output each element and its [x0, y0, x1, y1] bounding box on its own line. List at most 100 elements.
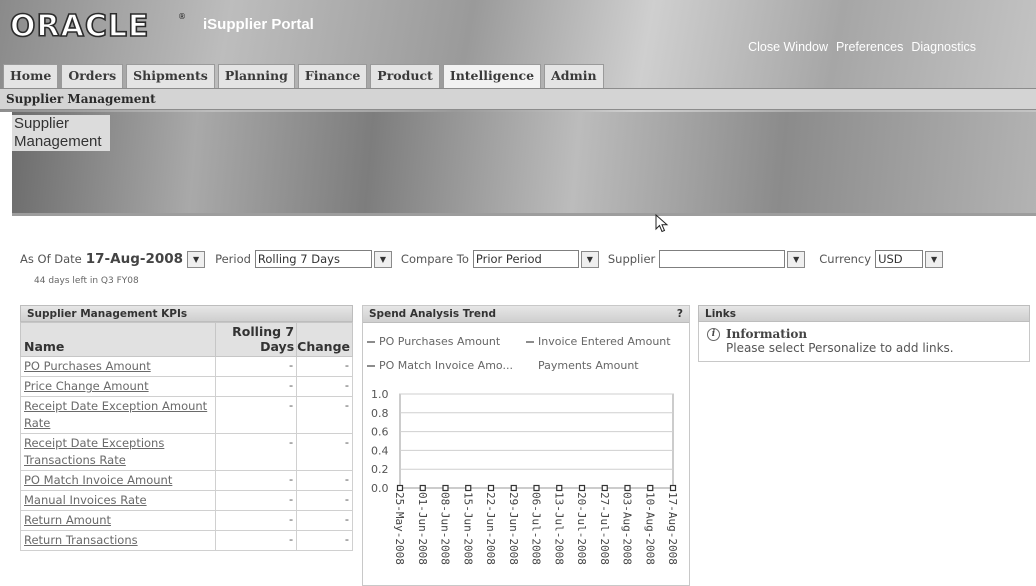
- compare-to-label: Compare To: [400, 252, 469, 266]
- table-row: Return Amount - -: [19, 510, 353, 531]
- col-rolling: Rolling 7 Days: [215, 322, 298, 357]
- table-row: PO Purchases Amount - -: [19, 356, 353, 377]
- tab-orders[interactable]: Orders: [61, 64, 124, 88]
- tab-intelligence[interactable]: Intelligence: [442, 64, 542, 88]
- kpi-value: -: [215, 490, 298, 511]
- page-header: ORACLE ® iSupplier Portal Close Window P…: [0, 0, 1036, 112]
- app-title: iSupplier Portal: [203, 16, 314, 33]
- kpi-value: -: [215, 510, 298, 531]
- period-dropdown[interactable]: ▼: [373, 250, 392, 268]
- x-tick-label: 15-Jun-2008: [461, 492, 474, 565]
- y-tick-label: 0.4: [371, 444, 389, 457]
- supplier-dropdown[interactable]: ▼: [787, 250, 806, 268]
- kpi-table: Name Rolling 7 Days Change PO Purchases …: [19, 322, 353, 551]
- x-tick-label: 27-Jul-2008: [598, 492, 611, 565]
- parameter-bar: As Of Date 17-Aug-2008 ▼ Period Rolling …: [20, 250, 944, 268]
- kpi-value: -: [215, 433, 298, 471]
- kpi-link[interactable]: PO Match Invoice Amount: [24, 473, 172, 487]
- preferences-link[interactable]: Preferences: [836, 40, 903, 54]
- kpi-name: Return Transactions: [19, 530, 217, 551]
- x-tick-label: 03-Aug-2008: [621, 492, 634, 565]
- currency-dropdown[interactable]: ▼: [925, 250, 944, 268]
- chevron-down-icon: ▼: [793, 254, 800, 264]
- spend-trend-chart: 1.0 0.8 0.6 0.4 0.2 0.0 25-May-2008 01-Jun-2008…: [371, 388, 679, 565]
- y-tick-label: 0.0: [371, 482, 389, 495]
- tab-finance[interactable]: Finance: [297, 64, 368, 88]
- data-point: [578, 484, 586, 492]
- as-of-date-dropdown[interactable]: ▼: [187, 250, 206, 268]
- supplier-select[interactable]: [659, 250, 786, 268]
- kpi-link[interactable]: Receipt Date Exceptions Transactions Rat…: [24, 436, 164, 467]
- tab-admin[interactable]: Admin: [544, 64, 604, 88]
- legend-swatch: [367, 364, 375, 367]
- y-tick-label: 0.2: [371, 463, 389, 476]
- data-point: [442, 484, 449, 492]
- spend-panel-title-text: Spend Analysis Trend: [369, 308, 497, 320]
- x-tick-label: 25-May-2008: [393, 492, 406, 565]
- kpi-link[interactable]: Return Amount: [24, 513, 111, 527]
- info-icon: i: [707, 327, 720, 341]
- diagnostics-link[interactable]: Diagnostics: [911, 40, 976, 54]
- period-label: Period: [215, 252, 251, 266]
- chevron-down-icon: ▼: [930, 254, 938, 264]
- period-select[interactable]: Rolling 7 Days: [254, 250, 372, 268]
- data-point: [624, 484, 631, 492]
- registered-mark: ®: [178, 12, 186, 21]
- kpi-change: -: [296, 530, 353, 551]
- x-tick-label: 08-Jun-2008: [439, 492, 452, 565]
- tab-shipments[interactable]: Shipments: [126, 64, 215, 88]
- kpi-link[interactable]: Receipt Date Exception Amount Rate: [24, 399, 207, 430]
- data-point: [419, 484, 426, 492]
- legend-swatch: [526, 364, 534, 367]
- kpi-name: PO Purchases Amount: [19, 356, 217, 377]
- kpi-link[interactable]: Manual Invoices Rate: [24, 493, 147, 507]
- information-heading: i Information: [707, 327, 1021, 341]
- kpi-value: -: [215, 470, 298, 491]
- kpi-panel: Supplier Management KPIs Name Rolling 7 …: [19, 305, 353, 551]
- links-panel: Links i Information Please select Person…: [698, 305, 1030, 362]
- chevron-down-icon: ▼: [586, 254, 593, 264]
- help-icon[interactable]: ?: [677, 308, 683, 320]
- data-point: [601, 484, 608, 492]
- legend-swatch: [526, 340, 534, 343]
- currency-select[interactable]: USD: [875, 250, 924, 268]
- kpi-panel-title: Supplier Management KPIs: [20, 305, 353, 322]
- information-title: Information: [726, 327, 808, 341]
- x-tick-label: 22-Jun-2008: [484, 492, 497, 565]
- compare-to-dropdown[interactable]: ▼: [580, 250, 599, 268]
- kpi-change: -: [296, 356, 353, 377]
- table-row: Return Transactions - -: [19, 530, 353, 551]
- kpi-change: -: [296, 396, 353, 434]
- x-tick-label: 01-Jun-2008: [416, 492, 429, 565]
- mouse-pointer-icon: [655, 214, 669, 233]
- supplier-label: Supplier: [607, 252, 656, 266]
- page-banner: Supplier Management: [12, 112, 1036, 216]
- subnav-supplier-management[interactable]: Supplier Management: [0, 88, 1036, 110]
- close-window-link[interactable]: Close Window: [748, 40, 828, 54]
- tab-home[interactable]: Home: [3, 64, 59, 88]
- spend-panel-title: Spend Analysis Trend ?: [363, 306, 689, 323]
- kpi-link[interactable]: PO Purchases Amount: [24, 359, 151, 373]
- x-tick-label: 06-Jul-2008: [530, 492, 543, 565]
- data-point: [669, 484, 677, 492]
- kpi-name: Receipt Date Exceptions Transactions Rat…: [19, 433, 217, 471]
- currency-label: Currency: [819, 252, 872, 266]
- kpi-value: -: [215, 530, 298, 551]
- kpi-change: -: [296, 490, 353, 511]
- legend-invoice-entered: Invoice Entered Amount: [526, 335, 671, 348]
- data-point: [396, 484, 404, 492]
- kpi-link[interactable]: Return Transactions: [24, 533, 138, 547]
- kpi-link[interactable]: Price Change Amount: [24, 379, 149, 393]
- tab-product[interactable]: Product: [370, 64, 440, 88]
- col-change: Change: [296, 322, 353, 357]
- kpi-change: -: [296, 376, 353, 397]
- data-point: [647, 484, 654, 492]
- days-left-note: 44 days left in Q3 FY08: [34, 276, 139, 286]
- main-tabs: Home Orders Shipments Planning Finance P…: [3, 64, 604, 88]
- data-point: [533, 484, 540, 492]
- data-point: [487, 484, 495, 492]
- x-tick-label: 10-Aug-2008: [643, 492, 656, 565]
- compare-to-select[interactable]: Prior Period: [472, 250, 579, 268]
- tab-planning[interactable]: Planning: [217, 64, 295, 88]
- x-tick-label: 13-Jul-2008: [552, 492, 565, 565]
